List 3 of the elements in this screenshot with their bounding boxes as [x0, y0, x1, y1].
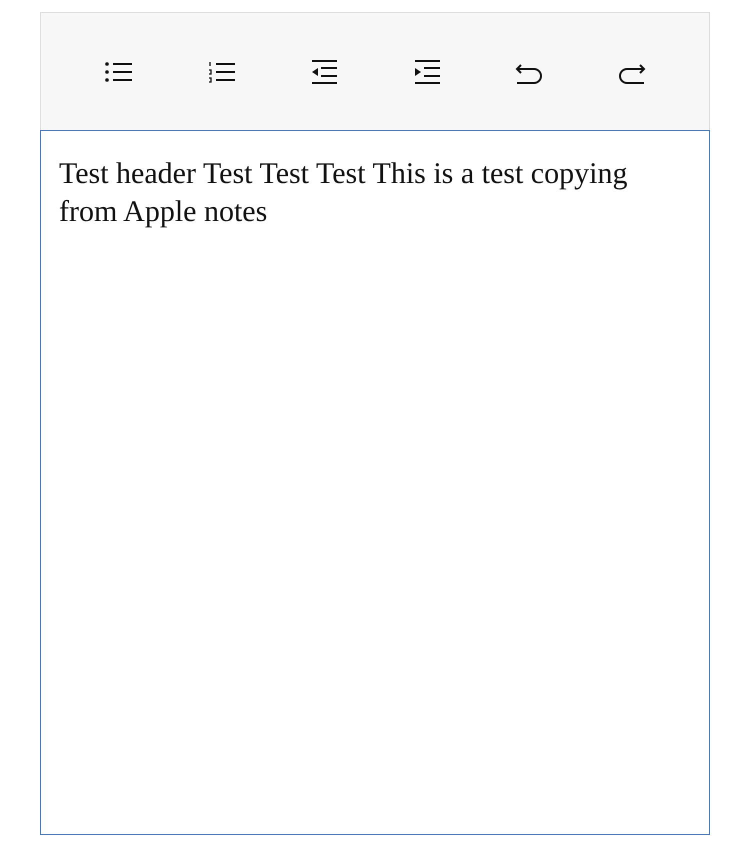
outdent-icon: [309, 58, 340, 84]
text-editor[interactable]: Test header Test Test Test This is a test copying from Apple notes: [40, 130, 710, 835]
editor-text: Test header Test Test Test This is a test copying from Apple notes: [59, 156, 628, 230]
